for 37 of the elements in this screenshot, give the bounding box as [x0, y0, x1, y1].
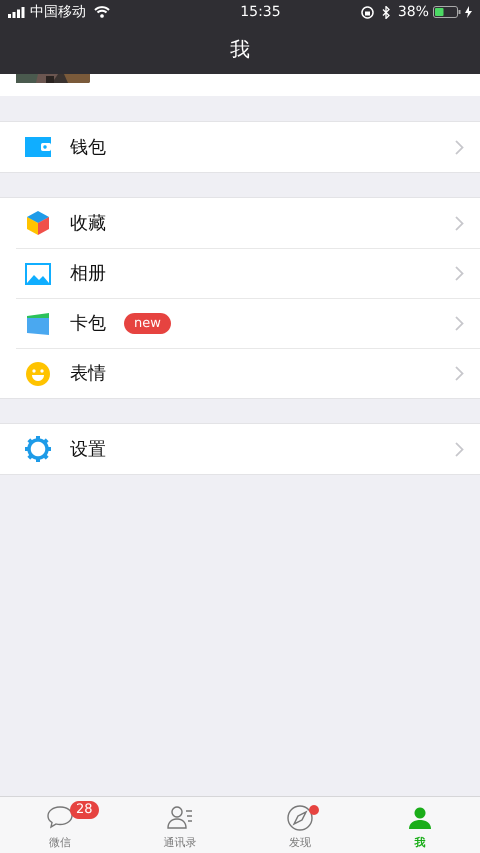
battery-percent: 38% — [398, 2, 429, 22]
wifi-icon — [94, 6, 110, 18]
unread-count-badge: 28 — [70, 801, 99, 819]
tab-button[interactable]: 发现 — [240, 797, 360, 853]
chevron-icon — [455, 442, 464, 456]
settings-icon — [24, 435, 52, 463]
page-title: 我 — [229, 36, 251, 63]
menu-label: 表情 — [70, 362, 106, 386]
menu-item[interactable]: 设置 — [0, 424, 480, 474]
chevron-icon — [455, 316, 464, 331]
tab-button[interactable]: 通讯录 — [120, 797, 240, 853]
smiley-icon — [24, 360, 52, 388]
menu-label: 设置 — [70, 438, 106, 462]
cube-icon — [24, 209, 52, 237]
chevron-icon — [455, 140, 464, 154]
menu-label: 相册 — [70, 262, 106, 286]
new-badge: new — [124, 312, 171, 334]
compass-icon — [285, 803, 315, 833]
menu-label: 收藏 — [70, 212, 106, 236]
rotation-lock-icon — [360, 6, 374, 18]
menu-item[interactable]: 表情 — [16, 348, 480, 398]
battery-icon — [432, 6, 461, 18]
menu-label: 钱包 — [70, 136, 106, 160]
bluetooth-icon — [382, 6, 390, 18]
menu-label: 卡包 — [70, 312, 106, 336]
menu-item[interactable]: 相册 — [16, 248, 480, 298]
menu-item[interactable]: 卡包 new — [16, 298, 480, 348]
chevron-icon — [455, 266, 464, 281]
clock-time: 15:35 — [239, 2, 281, 22]
chevron-icon — [455, 216, 464, 230]
menu-item[interactable]: 收藏 — [0, 198, 480, 248]
tab-button[interactable]: 微信 28 — [0, 797, 120, 853]
carrier-name: 中国移动 — [30, 2, 86, 22]
charging-icon — [464, 6, 472, 18]
menu-item[interactable]: 钱包 — [0, 122, 480, 172]
signal-icon — [8, 6, 26, 18]
chevron-icon — [455, 366, 464, 381]
